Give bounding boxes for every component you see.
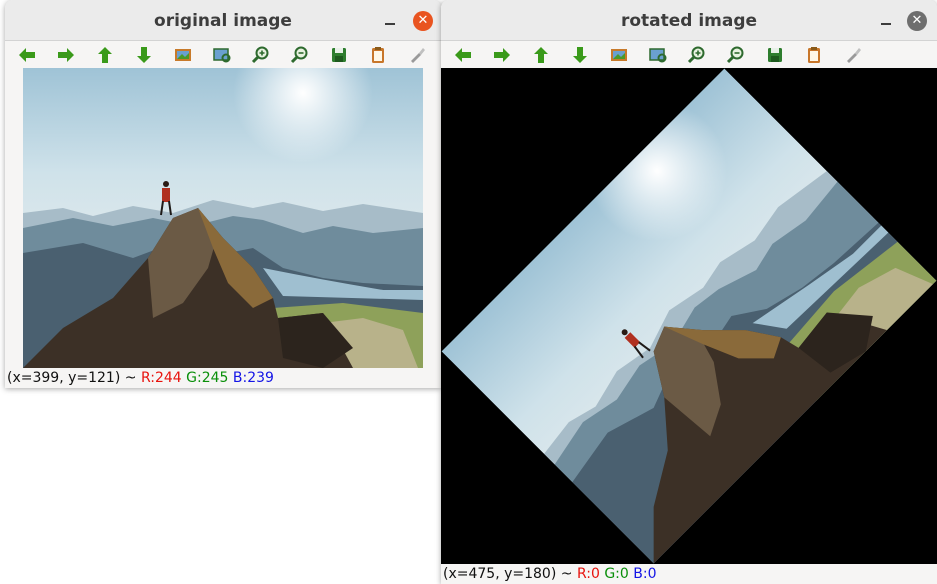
zoom-original-icon[interactable]	[648, 45, 668, 65]
close-button[interactable]: ✕	[907, 11, 927, 31]
zoom-fit-icon[interactable]	[173, 45, 193, 65]
pan-right-icon[interactable]	[56, 45, 76, 65]
cursor-coords: (x=475, y=180) ~	[443, 566, 577, 582]
mountain-photo	[23, 68, 423, 368]
mountain-photo-rotated	[442, 69, 937, 564]
minimize-button[interactable]	[877, 12, 895, 30]
title-bar[interactable]: rotated image ✕	[441, 0, 937, 41]
properties-icon[interactable]	[843, 45, 863, 65]
pan-up-icon[interactable]	[95, 45, 115, 65]
save-icon[interactable]	[765, 45, 785, 65]
minimize-button[interactable]	[381, 12, 399, 30]
blue-value: B:0	[633, 566, 657, 582]
status-bar: (x=475, y=180) ~ R:0 G:0 B:0	[441, 564, 937, 584]
rotated-photo-frame	[442, 69, 937, 564]
save-icon[interactable]	[329, 45, 349, 65]
window-title: rotated image	[620, 11, 758, 31]
window-title: original image	[154, 11, 292, 31]
blue-value: B:239	[232, 370, 274, 386]
green-value: G:245	[186, 370, 229, 386]
pan-up-icon[interactable]	[531, 45, 551, 65]
pan-down-icon[interactable]	[570, 45, 590, 65]
zoom-fit-icon[interactable]	[609, 45, 629, 65]
rotated-image-window: rotated image ✕ (x=475, y=180) ~ R:0 G:0…	[441, 0, 937, 584]
image-canvas[interactable]	[23, 68, 423, 368]
copy-icon[interactable]	[804, 45, 824, 65]
zoom-out-icon[interactable]	[290, 45, 310, 65]
pan-right-icon[interactable]	[492, 45, 512, 65]
toolbar	[441, 41, 937, 68]
cursor-coords: (x=399, y=121) ~	[7, 370, 141, 386]
zoom-original-icon[interactable]	[212, 45, 232, 65]
pan-left-icon[interactable]	[17, 45, 37, 65]
title-bar[interactable]: original image ✕	[5, 0, 441, 41]
zoom-out-icon[interactable]	[726, 45, 746, 65]
zoom-in-icon[interactable]	[251, 45, 271, 65]
original-image-window: original image ✕ (x=399, y=121) ~ R:244 …	[5, 0, 441, 388]
pan-down-icon[interactable]	[134, 45, 154, 65]
properties-icon[interactable]	[407, 45, 427, 65]
red-value: R:244	[140, 370, 182, 386]
status-bar: (x=399, y=121) ~ R:244 G:245 B:239	[5, 368, 441, 388]
pan-left-icon[interactable]	[453, 45, 473, 65]
copy-icon[interactable]	[368, 45, 388, 65]
close-button[interactable]: ✕	[413, 11, 433, 31]
toolbar	[5, 41, 441, 68]
red-value: R:0	[576, 566, 600, 582]
green-value: G:0	[604, 566, 629, 582]
image-canvas[interactable]	[441, 68, 937, 564]
zoom-in-icon[interactable]	[687, 45, 707, 65]
